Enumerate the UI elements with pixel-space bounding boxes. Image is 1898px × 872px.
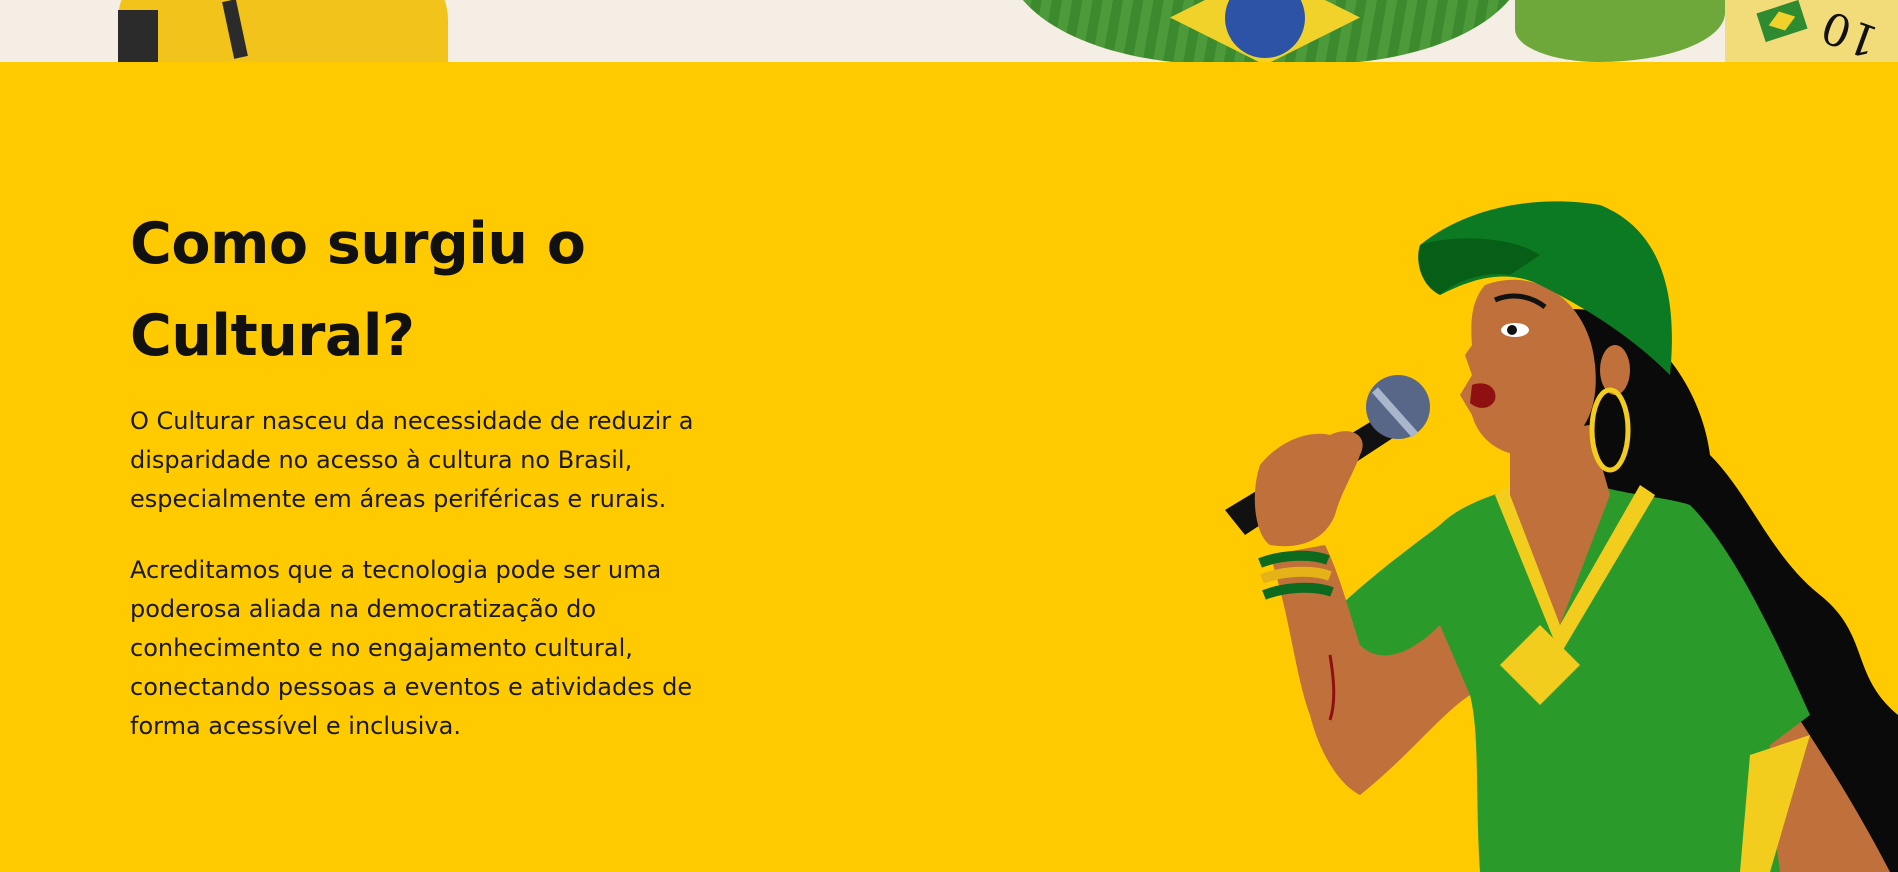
mission-paragraph: Acreditamos que a tecnologia pode ser um… [130,556,693,740]
person-dark-pants [118,10,158,62]
about-section: Como surgiu o Cultural? O Culturar nasce… [130,198,770,778]
person-yellow-sweater [118,0,448,62]
section-title: Como surgiu o Cultural? [130,211,586,369]
green-leaf-decoration [1515,0,1725,62]
microphone-head [1366,375,1430,439]
face [1460,279,1596,456]
ear [1600,345,1630,395]
top-photo-strip: 10 [0,0,1898,62]
intro-paragraph: O Culturar nasceu da necessidade de redu… [130,407,694,513]
woman-singing-illustration [1225,201,1898,872]
pupil [1507,325,1517,335]
hand [1254,431,1363,547]
